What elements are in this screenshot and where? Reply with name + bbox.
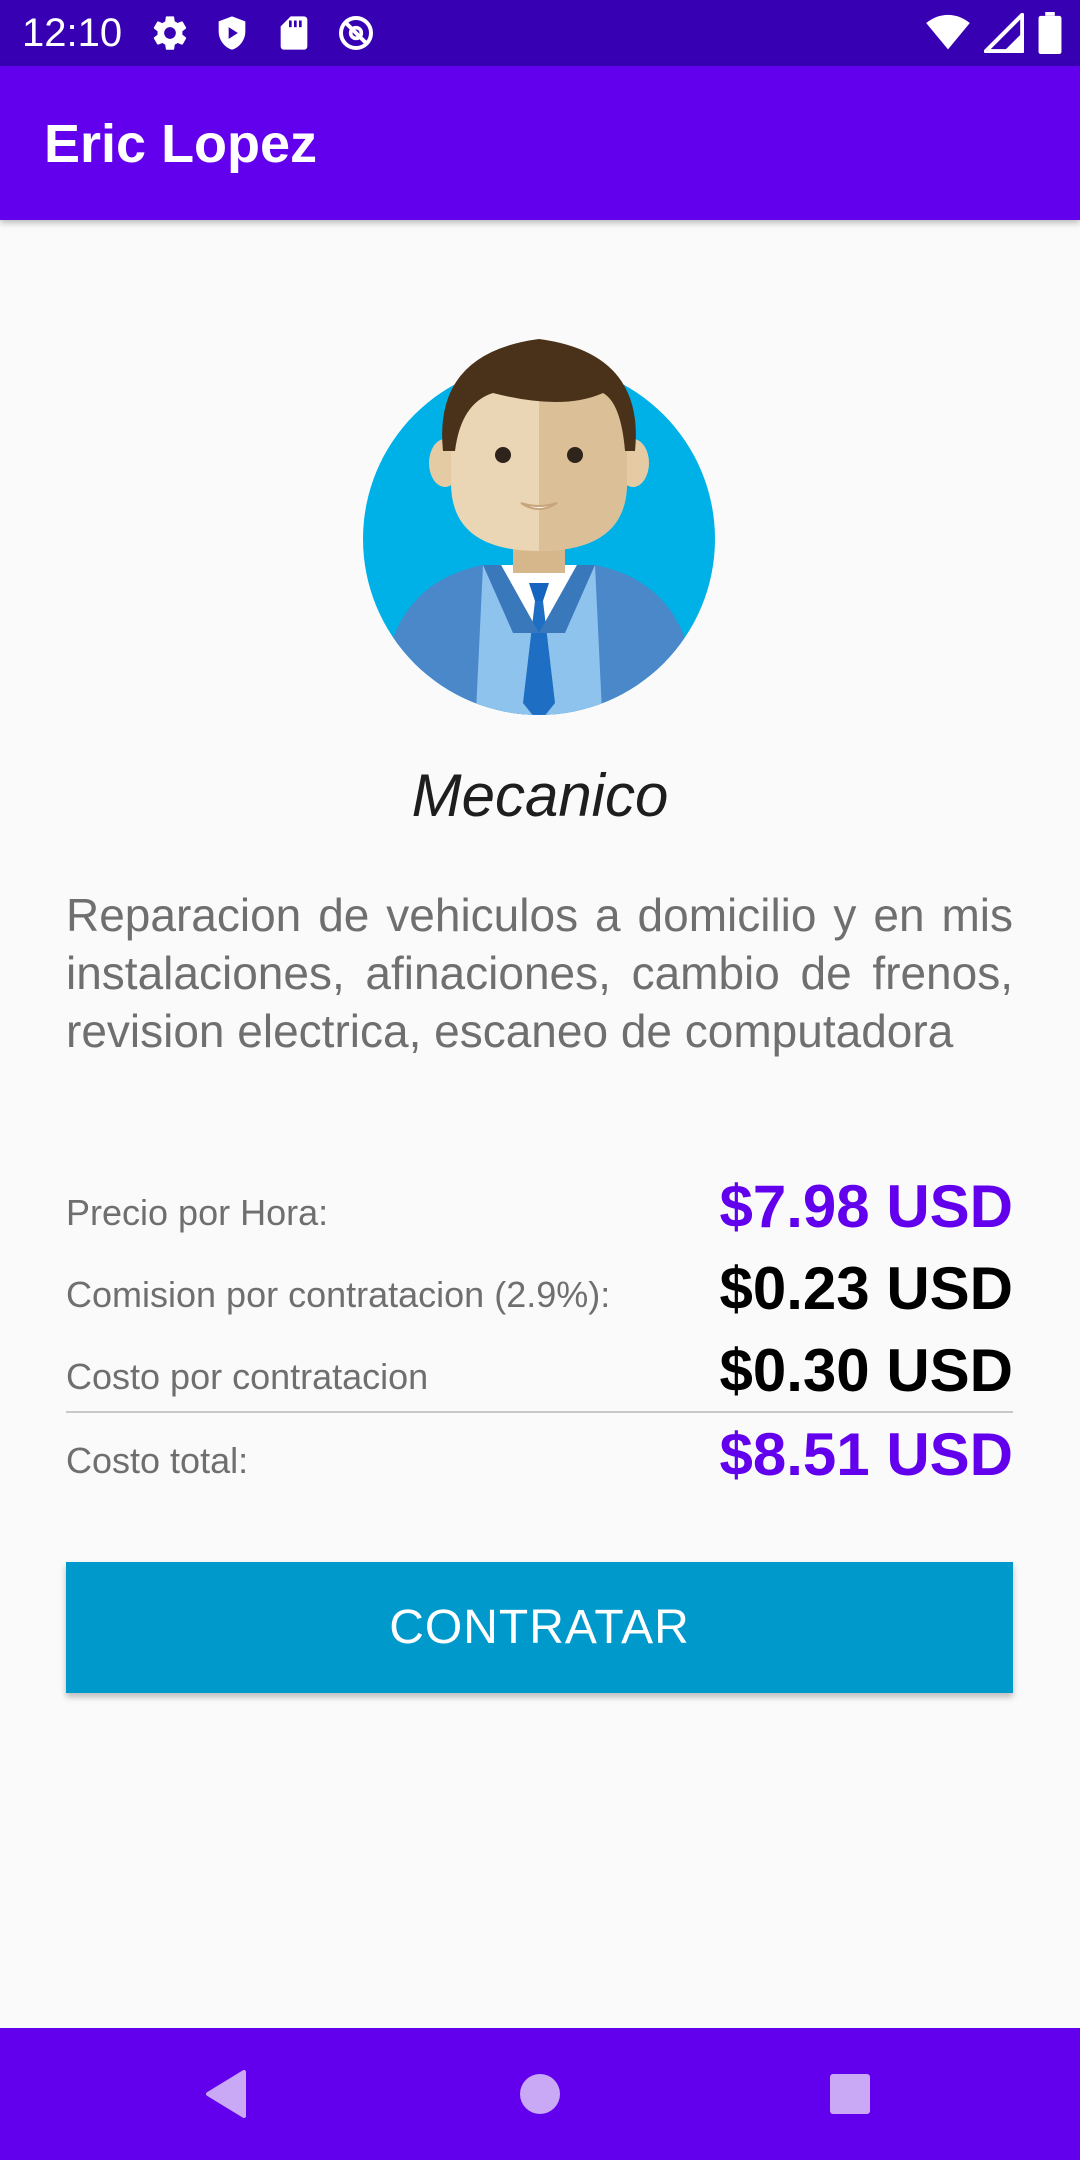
- service-description: Reparacion de vehiculos a domicilio y en…: [66, 889, 1013, 1057]
- navigation-bar: [0, 2028, 1080, 2160]
- hire-button[interactable]: CONTRATAR: [66, 1562, 1013, 1693]
- status-bar: 12:10: [0, 0, 1080, 66]
- gear-icon: [150, 13, 190, 53]
- shield-icon: [212, 13, 252, 53]
- hiring-cost-label: Costo por contratacion: [66, 1356, 429, 1397]
- hiring-cost-value: $0.30 USD: [719, 1337, 1014, 1404]
- commission-label: Comision por contratacion (2.9%):: [66, 1274, 611, 1315]
- commission-value: $0.23 USD: [719, 1255, 1014, 1322]
- recents-icon[interactable]: [814, 2058, 886, 2130]
- hiring-cost-row: Costo por contratacion $0.30 USD: [66, 1336, 1013, 1406]
- price-per-hour-label: Precio por Hora:: [66, 1192, 329, 1233]
- total-cost-value: $8.51 USD: [719, 1421, 1014, 1488]
- page-title: Eric Lopez: [44, 114, 318, 174]
- sd-card-icon: [274, 13, 314, 53]
- signal-icon: [984, 13, 1024, 53]
- wifi-icon: [926, 13, 970, 53]
- price-per-hour-row: Precio por Hora: $7.98 USD: [66, 1172, 1013, 1242]
- battery-icon: [1038, 12, 1062, 54]
- profession-title: Mecanico: [411, 762, 669, 829]
- total-cost-label: Costo total:: [66, 1440, 249, 1481]
- status-time: 12:10: [22, 11, 123, 55]
- businessman-avatar-icon: [363, 339, 715, 715]
- price-divider: [66, 1411, 1013, 1413]
- avatar: [363, 333, 715, 715]
- app-bar: Eric Lopez: [0, 66, 1080, 220]
- no-disturb-icon: [336, 13, 376, 53]
- total-cost-row: Costo total: $8.51 USD: [66, 1420, 1013, 1490]
- back-icon[interactable]: [190, 2058, 262, 2130]
- price-per-hour-value: $7.98 USD: [719, 1173, 1014, 1240]
- home-icon[interactable]: [504, 2058, 576, 2130]
- commission-row: Comision por contratacion (2.9%): $0.23 …: [66, 1254, 1013, 1324]
